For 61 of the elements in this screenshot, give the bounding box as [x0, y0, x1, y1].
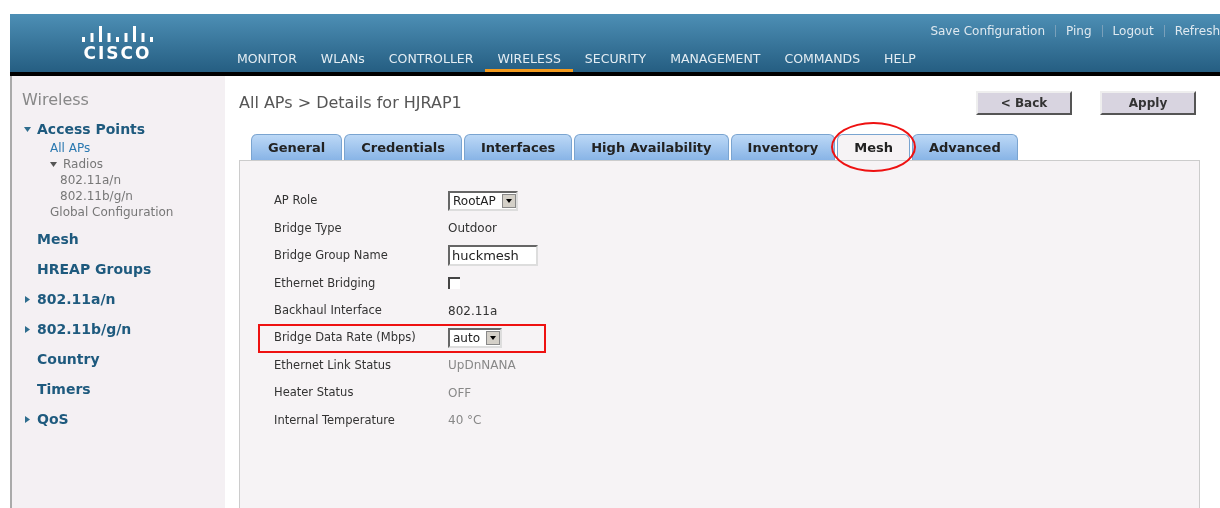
menu-item[interactable]: HELP: [872, 48, 928, 72]
sidebar-title: Wireless: [22, 89, 90, 111]
sidebar-item[interactable]: Radios: [63, 156, 103, 172]
tab[interactable]: Inventory: [730, 134, 836, 160]
sidebar-item[interactable]: QoS: [37, 409, 69, 430]
expanded-triangle-icon[interactable]: [24, 126, 31, 133]
sidebar-item[interactable]: Timers: [37, 379, 91, 400]
dropdown[interactable]: auto: [448, 328, 502, 348]
sidebar-item[interactable]: 802.11b/g/n: [37, 319, 132, 340]
field-label: Internal Temperature: [274, 411, 396, 429]
tab[interactable]: Credentials: [344, 134, 462, 160]
tab[interactable]: General: [251, 134, 343, 160]
bridge-group-name-field[interactable]: huckmesh: [448, 245, 538, 267]
header-link[interactable]: Logout: [1112, 22, 1154, 40]
tab[interactable]: Interfaces: [464, 134, 573, 160]
field-label: Heater Status: [274, 384, 355, 402]
field-label: Bridge Group Name: [274, 247, 389, 265]
menu-item[interactable]: CONTROLLER: [376, 48, 486, 72]
collapsed-triangle-icon[interactable]: [24, 326, 31, 333]
page-title: All APs > Details for HJRAP1: [239, 92, 463, 114]
sidebar-item[interactable]: 802.11b/g/n: [60, 188, 133, 204]
menu-item[interactable]: WLANs: [308, 48, 377, 72]
collapsed-triangle-icon[interactable]: [24, 416, 31, 423]
tab[interactable]: High Availability: [574, 134, 729, 160]
field-value: 802.11a: [448, 302, 498, 320]
logo-bars-icon: [79, 25, 156, 43]
field-label: Bridge Data Rate (Mbps): [274, 329, 417, 347]
menu-item[interactable]: MANAGEMENT: [658, 48, 773, 72]
header-link[interactable]: Ping: [1066, 22, 1092, 40]
apply-button[interactable]: Apply: [1100, 91, 1196, 115]
dropdown[interactable]: RootAP: [448, 190, 518, 211]
field-label: Ethernet Link Status: [274, 356, 393, 374]
expanded-triangle-icon[interactable]: [50, 160, 57, 168]
checkbox[interactable]: [448, 277, 460, 290]
sidebar-item[interactable]: Global Configuration: [50, 204, 174, 220]
field-label: Ethernet Bridging: [274, 274, 377, 292]
logo-text: CISCO: [83, 43, 152, 63]
sidebar-item[interactable]: Mesh: [37, 229, 79, 250]
status-value: UpDnNANA: [448, 357, 516, 375]
field-label: AP Role: [274, 192, 319, 210]
sidebar-item[interactable]: HREAP Groups: [37, 259, 152, 280]
header-link[interactable]: Refresh: [1174, 22, 1220, 40]
sidebar-item[interactable]: All APs: [50, 140, 91, 156]
menu-item[interactable]: MONITOR: [225, 48, 309, 72]
menu-item[interactable]: COMMANDS: [772, 48, 873, 72]
sidebar-item[interactable]: Country: [37, 349, 100, 370]
collapsed-triangle-icon[interactable]: [24, 296, 31, 303]
status-value: 40 °C: [448, 412, 482, 430]
sidebar-item[interactable]: 802.11a/n: [60, 172, 121, 188]
menu-item[interactable]: WIRELESS: [485, 48, 573, 72]
field-value: Outdoor: [448, 220, 497, 238]
field-label: Bridge Type: [274, 219, 343, 237]
sidebar-item[interactable]: Access Points: [37, 119, 146, 140]
field-label: Backhaul Interface: [274, 302, 383, 320]
sidebar-item[interactable]: 802.11a/n: [37, 289, 116, 310]
back-button[interactable]: < Back: [976, 91, 1072, 115]
header-link[interactable]: Save Configuration: [930, 22, 1046, 40]
menu-item[interactable]: SECURITY: [572, 48, 659, 72]
tab[interactable]: Advanced: [912, 134, 1018, 160]
status-value: OFF: [448, 384, 472, 402]
tab[interactable]: Mesh: [837, 134, 910, 160]
